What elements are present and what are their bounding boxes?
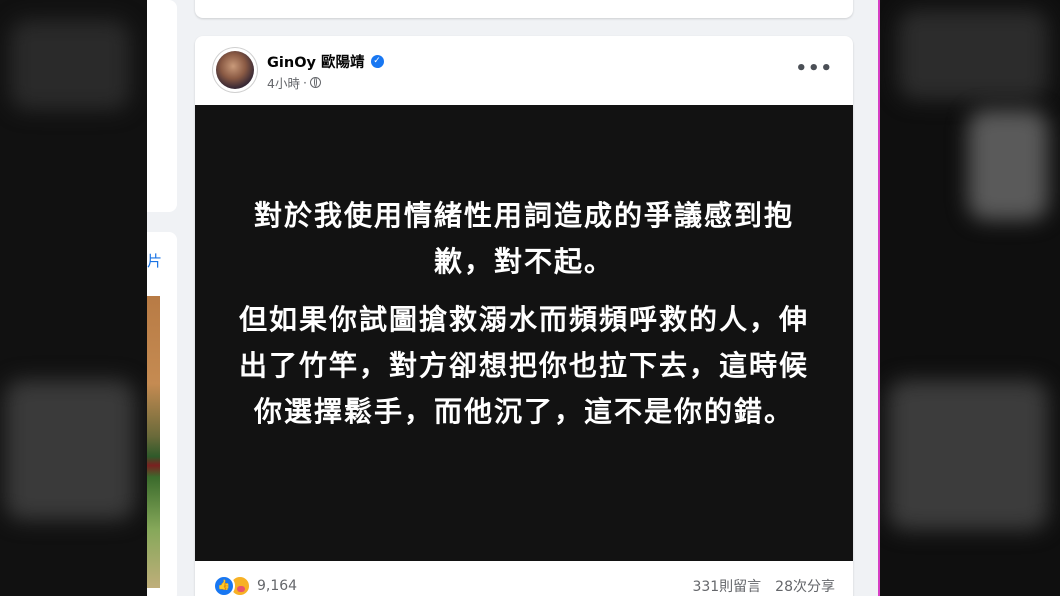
reactions-count: 9,164 <box>257 578 298 594</box>
blurred-background-right <box>878 0 1060 596</box>
side-photo-thumbnail[interactable] <box>147 296 160 588</box>
post-timestamp[interactable]: 4小時 <box>267 73 300 92</box>
reactions-summary[interactable]: 👍 9,164 <box>213 575 297 596</box>
post-footer: 👍 9,164 331則留言 28次分享 <box>195 561 853 596</box>
meta-separator: · <box>302 75 307 90</box>
more-options-icon[interactable]: ••• <box>795 58 833 79</box>
post-image-paragraph-2: 但如果你試圖搶救溺水而頻頻呼救的人，伸出了竹竿，對方卻想把你也拉下去，這時候你選… <box>238 303 809 428</box>
post-author[interactable]: GinOy 歐陽靖 <box>267 51 365 72</box>
blurred-background-left <box>0 0 147 596</box>
facebook-feed: 片 GinOy 歐陽靖 ✓ 4小時 · ••• 對於我使用情緒性用詞造成的爭議感… <box>147 0 880 596</box>
verified-badge-icon: ✓ <box>370 55 384 68</box>
previous-post-card <box>195 0 853 18</box>
like-reaction-icon: 👍 <box>213 575 235 596</box>
side-card-top <box>147 0 177 212</box>
avatar[interactable] <box>213 48 257 92</box>
side-card-label[interactable]: 片 <box>147 250 162 271</box>
post-image-paragraph-1: 對於我使用情緒性用詞造成的爭議感到抱歉，對不起。 <box>253 199 794 278</box>
post-card: GinOy 歐陽靖 ✓ 4小時 · ••• 對於我使用情緒性用詞造成的爭議感到抱… <box>195 36 853 596</box>
globe-icon <box>309 77 321 88</box>
shares-count[interactable]: 28次分享 <box>775 576 835 596</box>
post-image[interactable]: 對於我使用情緒性用詞造成的爭議感到抱歉，對不起。 但如果你試圖搶救溺水而頻頻呼救… <box>195 105 853 561</box>
comments-count[interactable]: 331則留言 <box>692 576 761 596</box>
